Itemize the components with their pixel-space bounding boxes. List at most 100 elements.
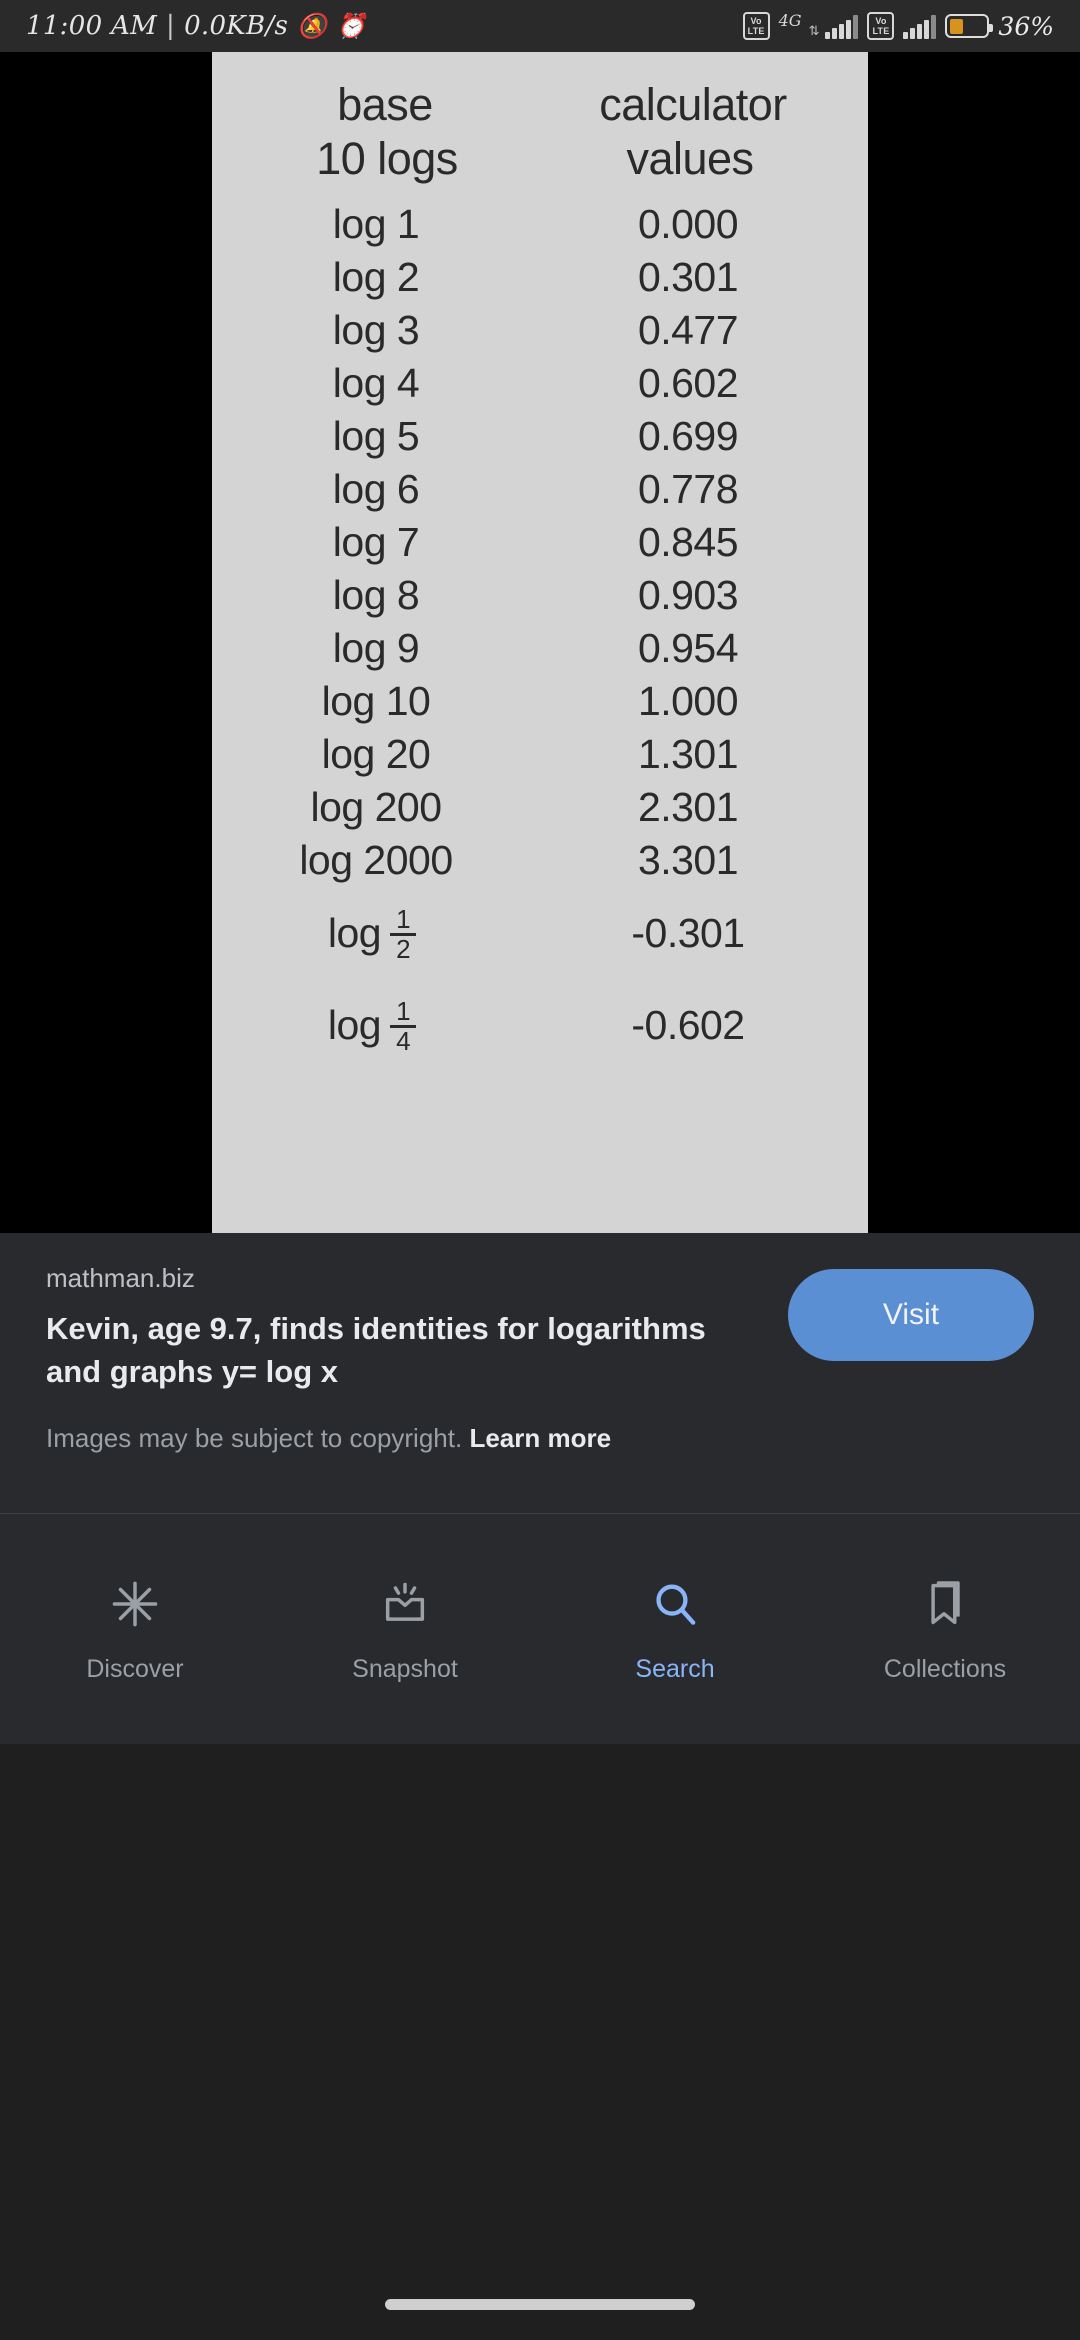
- row-value: 0.954: [637, 625, 739, 671]
- row-label: log 3: [332, 307, 420, 353]
- row-value: 0.301: [637, 254, 739, 300]
- row-value: -0.602: [631, 1001, 745, 1048]
- row-value: 0.778: [637, 466, 739, 512]
- table-header: base 10 logs calculator values: [234, 78, 846, 186]
- learn-more-link[interactable]: Learn more: [469, 1423, 611, 1453]
- fraction-denominator: 4: [396, 1025, 411, 1056]
- table-body: log 1 0.000 log 2 0.301 log 3 0.477 log …: [234, 198, 846, 1071]
- row-label: log 20: [321, 731, 431, 777]
- data-rate-text: 0.0KB/s: [184, 11, 289, 41]
- table-row: log 7 0.845: [234, 516, 846, 569]
- row-value: 2.301: [637, 784, 739, 830]
- nav-label: Snapshot: [352, 1654, 458, 1683]
- nav-item-collections[interactable]: Collections: [810, 1575, 1080, 1684]
- row-label-prefix: log: [327, 909, 382, 956]
- row-label: log 200: [310, 784, 442, 830]
- alarm-clock-icon: ⏰: [336, 12, 367, 40]
- header-col-calculatorvalues: calculator values: [540, 78, 846, 186]
- status-bar-right: Vo LTE 4G ⇅ Vo LTE 36%: [742, 10, 1054, 41]
- row-label-prefix: log: [327, 1001, 382, 1048]
- row-label: log 5: [332, 413, 420, 459]
- table-row: log 2 0.301: [234, 251, 846, 304]
- volte-sim2-icon: Vo LTE: [867, 12, 895, 40]
- header-col-base10logs: base 10 logs: [234, 78, 540, 186]
- table-row: log 9 0.954: [234, 622, 846, 675]
- table-row: log 6 0.778: [234, 463, 846, 516]
- table-row: log 4 0.602: [234, 357, 846, 410]
- nav-label: Discover: [86, 1654, 184, 1683]
- data-transfer-icon: ⇅: [808, 23, 820, 38]
- row-value: 0.699: [637, 413, 739, 459]
- search-icon: [649, 1575, 701, 1633]
- bell-muted-icon: 🔕: [297, 12, 328, 40]
- row-value: 0.903: [637, 572, 739, 618]
- nav-item-snapshot[interactable]: Snapshot: [270, 1575, 540, 1684]
- nav-item-discover[interactable]: Discover: [0, 1575, 270, 1684]
- row-value: 0.602: [637, 360, 739, 406]
- row-label-fraction: log 1 4: [234, 995, 540, 1056]
- row-label: log 1: [332, 201, 420, 247]
- row-value: 0.000: [637, 201, 739, 247]
- signal-strength-sim2-icon: [903, 13, 937, 39]
- table-row: log 5 0.699: [234, 410, 846, 463]
- table-row: log 1 0.000: [234, 198, 846, 251]
- asterisk-icon: [109, 1575, 161, 1633]
- screen-root: 11:00 AM | 0.0KB/s 🔕 ⏰ Vo LTE 4G ⇅ Vo LTE …: [0, 0, 1080, 2340]
- table-row: log 200 2.301: [234, 781, 846, 834]
- row-label: log 2: [332, 254, 420, 300]
- result-title[interactable]: Kevin, age 9.7, finds identities for log…: [46, 1307, 706, 1393]
- table-row-fraction: log 1 2 -0.301: [234, 887, 846, 979]
- nav-label: Collections: [883, 1654, 1007, 1683]
- row-value: 1.301: [637, 731, 739, 777]
- row-label: log 8: [332, 572, 420, 618]
- copyright-text: Images may be subject to copyright.: [46, 1423, 463, 1453]
- result-card: mathman.biz Kevin, age 9.7, finds identi…: [0, 1233, 1080, 1423]
- fraction-denominator: 2: [396, 933, 411, 964]
- row-value: 3.301: [637, 837, 739, 883]
- signal-strength-sim1-icon: [825, 13, 859, 39]
- row-label: log 4: [332, 360, 420, 406]
- status-bar-left: 11:00 AM | 0.0KB/s 🔕 ⏰: [26, 11, 367, 41]
- row-label: log 10: [321, 678, 431, 724]
- header-line-10logs: 10 logs: [316, 133, 458, 184]
- battery-icon: [945, 14, 994, 38]
- log-table-content: base 10 logs calculator values log 1 0.0…: [212, 52, 868, 1233]
- row-value: 0.845: [637, 519, 739, 565]
- status-separator: |: [166, 11, 176, 41]
- row-label: log 2000: [299, 837, 453, 883]
- row-value: 1.000: [637, 678, 739, 724]
- table-row: log 20 1.301: [234, 728, 846, 781]
- nav-item-search[interactable]: Search: [540, 1575, 810, 1684]
- volte-sim1-icon: Vo LTE: [742, 12, 770, 40]
- row-value: 0.477: [637, 307, 739, 353]
- row-label: log 7: [332, 519, 420, 565]
- nav-label: Search: [635, 1654, 715, 1683]
- table-row: log 2000 3.301: [234, 834, 846, 887]
- battery-percent-text: 36%: [998, 11, 1054, 41]
- clock-text: 11:00 AM: [26, 11, 157, 41]
- network-type-label: 4G: [778, 10, 802, 30]
- table-row-fraction: log 1 4 -0.602: [234, 979, 846, 1071]
- header-line-calculator: calculator: [599, 79, 787, 130]
- log-table-image[interactable]: base 10 logs calculator values log 1 0.0…: [212, 52, 868, 1233]
- bottom-navigation-bar: Discover Snapshot Search Collections: [0, 1514, 1080, 1744]
- row-label: log 6: [332, 466, 420, 512]
- header-line-values: values: [626, 133, 754, 184]
- row-value: -0.301: [631, 909, 745, 956]
- home-indicator[interactable]: [385, 2299, 695, 2310]
- bookmark-icon: [919, 1575, 971, 1633]
- fraction-numerator: 1: [396, 903, 411, 934]
- table-row: log 10 1.000: [234, 675, 846, 728]
- fraction-one-quarter: 1 4: [390, 995, 417, 1056]
- fraction-numerator: 1: [396, 995, 411, 1026]
- status-bar: 11:00 AM | 0.0KB/s 🔕 ⏰ Vo LTE 4G ⇅ Vo LTE …: [0, 0, 1080, 52]
- row-label: log 9: [332, 625, 420, 671]
- row-label-fraction: log 1 2: [234, 903, 540, 964]
- header-line-base: base: [337, 79, 433, 130]
- fraction-one-half: 1 2: [390, 903, 417, 964]
- visit-button[interactable]: Visit: [788, 1269, 1034, 1361]
- copyright-notice: Images may be subject to copyright. Lear…: [0, 1423, 1080, 1513]
- image-viewer[interactable]: base 10 logs calculator values log 1 0.0…: [0, 52, 1080, 1233]
- snapshot-box-icon: [379, 1575, 431, 1633]
- table-row: log 3 0.477: [234, 304, 846, 357]
